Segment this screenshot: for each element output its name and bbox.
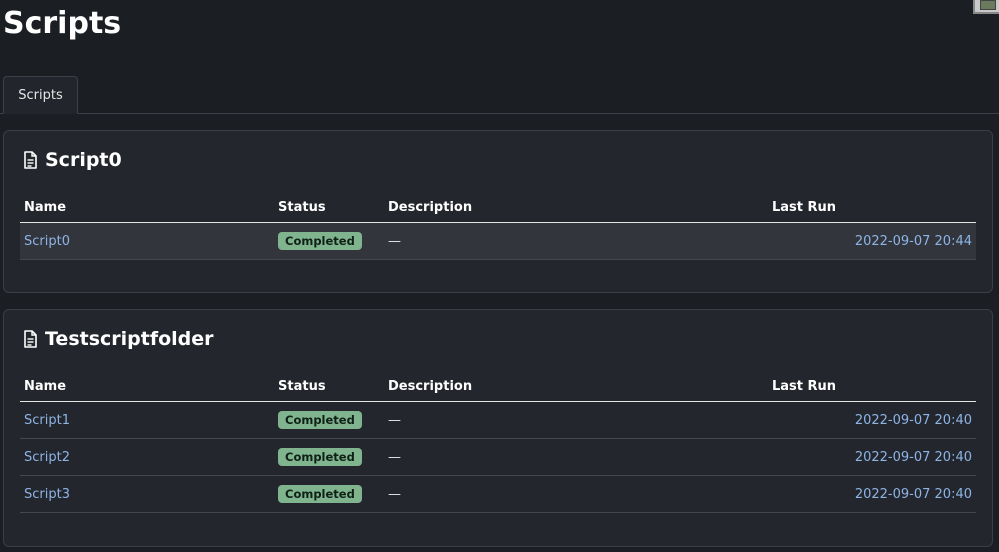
column-header-status: Status: [274, 193, 384, 223]
folder-card-script0: Script0 Name Status Description Last Run…: [3, 130, 993, 293]
script-name-link[interactable]: Script2: [24, 450, 70, 465]
table-row[interactable]: Script3 Completed — 2022-09-07 20:40: [20, 475, 976, 513]
script-description: —: [388, 449, 401, 465]
script-description: —: [388, 233, 401, 249]
script-name-link[interactable]: Script1: [24, 413, 70, 428]
tab-bar: Scripts: [0, 76, 999, 114]
status-badge: Completed: [278, 485, 362, 503]
folder-header: Script0: [22, 149, 122, 171]
script-name-link[interactable]: Script3: [24, 487, 70, 502]
script-name-link[interactable]: Script0: [24, 234, 70, 249]
table-row[interactable]: Script2 Completed — 2022-09-07 20:40: [20, 438, 976, 476]
status-badge: Completed: [278, 448, 362, 466]
status-badge: Completed: [278, 232, 362, 250]
table-row[interactable]: Script0 Completed — 2022-09-07 20:44: [20, 222, 976, 260]
last-run-link[interactable]: 2022-09-07 20:40: [855, 487, 972, 502]
table-header-row: Name Status Description Last Run: [20, 193, 976, 223]
column-header-last-run: Last Run: [768, 193, 976, 223]
document-icon: [24, 330, 37, 348]
folder-title: Script0: [45, 149, 122, 171]
column-header-description: Description: [384, 193, 768, 223]
tab-scripts[interactable]: Scripts: [3, 76, 78, 114]
table-header-row: Name Status Description Last Run: [20, 372, 976, 402]
page-title: Scripts: [3, 6, 122, 41]
column-header-description: Description: [384, 372, 768, 402]
scripts-table: Name Status Description Last Run Script1…: [20, 372, 976, 513]
document-icon: [24, 151, 37, 169]
last-run-link[interactable]: 2022-09-07 20:40: [855, 450, 972, 465]
scripts-table: Name Status Description Last Run Script0…: [20, 193, 976, 260]
corner-thumbnail: [973, 0, 999, 14]
column-header-last-run: Last Run: [768, 372, 976, 402]
column-header-status: Status: [274, 372, 384, 402]
script-description: —: [388, 486, 401, 502]
script-description: —: [388, 412, 401, 428]
folder-card-testscriptfolder: Testscriptfolder Name Status Description…: [3, 309, 993, 547]
last-run-link[interactable]: 2022-09-07 20:40: [855, 413, 972, 428]
folder-header: Testscriptfolder: [22, 328, 214, 350]
table-row[interactable]: Script1 Completed — 2022-09-07 20:40: [20, 401, 976, 439]
status-badge: Completed: [278, 411, 362, 429]
last-run-link[interactable]: 2022-09-07 20:44: [855, 234, 972, 249]
folder-title: Testscriptfolder: [45, 328, 214, 350]
column-header-name: Name: [20, 372, 274, 402]
column-header-name: Name: [20, 193, 274, 223]
